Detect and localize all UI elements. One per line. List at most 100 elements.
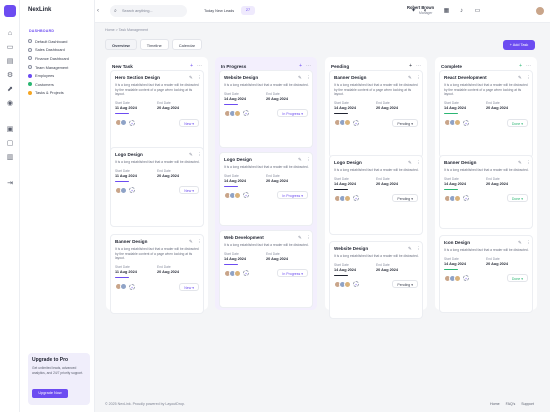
- tab-timeline[interactable]: Timeline: [139, 39, 169, 50]
- assignee-avatar[interactable]: [234, 269, 241, 277]
- status-dropdown[interactable]: Pending ▾: [392, 194, 418, 203]
- add-assignee-icon[interactable]: +: [129, 283, 135, 290]
- assignee-avatar[interactable]: [234, 191, 241, 199]
- sidebar-item[interactable]: Sales Dashboard: [28, 46, 92, 55]
- add-assignee-icon[interactable]: +: [129, 187, 135, 194]
- terminal-icon[interactable]: ▣: [6, 126, 14, 134]
- more-options-icon[interactable]: ⋮: [306, 157, 310, 163]
- bar-chart-icon[interactable]: ▥: [6, 154, 14, 162]
- assignee-avatar[interactable]: [234, 109, 241, 117]
- status-dropdown[interactable]: New ▾: [179, 282, 199, 291]
- assignee-avatar[interactable]: [454, 119, 461, 127]
- tab-overview[interactable]: Overview: [105, 39, 137, 50]
- assignee-avatar[interactable]: [120, 119, 127, 127]
- add-card-icon[interactable]: +: [299, 63, 302, 69]
- clipboard-icon[interactable]: ▢: [6, 140, 14, 148]
- assignee-avatar[interactable]: [120, 283, 127, 291]
- logout-icon[interactable]: ⇥: [6, 180, 14, 188]
- edit-icon[interactable]: ✎: [189, 75, 193, 81]
- edit-icon[interactable]: ✎: [298, 157, 302, 163]
- edit-icon[interactable]: ✎: [518, 240, 522, 246]
- status-dropdown[interactable]: Done ▾: [506, 118, 528, 127]
- more-options-icon[interactable]: ⋯: [197, 63, 202, 69]
- sidebar-item[interactable]: Employees: [28, 71, 92, 80]
- more-options-icon[interactable]: ⋮: [526, 160, 530, 166]
- task-card[interactable]: Website Design ✎ ⋮ It is a long established…: [219, 70, 313, 148]
- users-icon[interactable]: ◉: [6, 100, 14, 108]
- add-assignee-icon[interactable]: +: [463, 195, 469, 202]
- task-card[interactable]: Banner Design ✎ ⋮ It is a long established …: [110, 234, 204, 314]
- settings-icon[interactable]: ⚙: [6, 72, 14, 80]
- status-dropdown[interactable]: New ▾: [179, 186, 199, 195]
- more-options-icon[interactable]: ⋮: [197, 239, 201, 245]
- footer-link[interactable]: FAQ's: [506, 402, 516, 406]
- status-dropdown[interactable]: Done ▾: [506, 194, 528, 203]
- add-assignee-icon[interactable]: +: [463, 119, 469, 126]
- status-dropdown[interactable]: In Progress ▾: [277, 269, 308, 278]
- more-options-icon[interactable]: ⋮: [197, 152, 201, 158]
- more-options-icon[interactable]: ⋮: [416, 246, 420, 252]
- footer-link[interactable]: Home: [490, 402, 500, 406]
- status-dropdown[interactable]: Pending ▾: [392, 280, 418, 289]
- assignee-avatar[interactable]: [120, 186, 127, 194]
- edit-icon[interactable]: ✎: [518, 160, 522, 166]
- chat-icon[interactable]: ▭: [473, 7, 482, 16]
- search-input[interactable]: ⌕ Search anything...: [110, 5, 187, 17]
- edit-icon[interactable]: ✎: [189, 152, 193, 158]
- sidebar-item[interactable]: Finance Dashboard: [28, 54, 92, 63]
- document-icon[interactable]: ▭: [6, 44, 14, 52]
- more-options-icon[interactable]: ⋯: [526, 63, 531, 69]
- task-card[interactable]: Logo Design ✎ ⋮ It is a long established fa…: [110, 147, 204, 227]
- upgrade-button[interactable]: Upgrade Now: [32, 389, 68, 398]
- more-options-icon[interactable]: ⋮: [526, 240, 530, 246]
- assignee-avatar[interactable]: [344, 119, 351, 127]
- add-assignee-icon[interactable]: +: [353, 119, 359, 126]
- edit-icon[interactable]: ✎: [408, 160, 412, 166]
- task-card[interactable]: Logo Design ✎ ⋮ It is a long established fa…: [219, 152, 313, 226]
- more-options-icon[interactable]: ⋮: [526, 75, 530, 81]
- task-card[interactable]: React Development ✎ ⋮ It is a long establis…: [439, 70, 533, 158]
- collapse-sidebar-icon[interactable]: ‹: [97, 8, 99, 14]
- add-assignee-icon[interactable]: +: [353, 195, 359, 202]
- assignee-avatar[interactable]: [344, 194, 351, 202]
- task-card[interactable]: Web Development ✎ ⋮ It is a long establishe…: [219, 230, 313, 308]
- add-assignee-icon[interactable]: +: [243, 270, 249, 277]
- status-dropdown[interactable]: New ▾: [179, 118, 199, 127]
- add-assignee-icon[interactable]: +: [129, 119, 135, 126]
- edit-icon[interactable]: ✎: [408, 75, 412, 81]
- assignee-avatar[interactable]: [454, 194, 461, 202]
- chart-icon[interactable]: ▤: [6, 58, 14, 66]
- add-card-icon[interactable]: +: [190, 63, 193, 69]
- status-dropdown[interactable]: In Progress ▾: [277, 191, 308, 200]
- edit-icon[interactable]: ✎: [298, 235, 302, 241]
- sidebar-item[interactable]: Tasks & Projects: [28, 89, 92, 98]
- more-options-icon[interactable]: ⋯: [416, 63, 421, 69]
- task-card[interactable]: Website Design ✎ ⋮ It is a long established…: [329, 241, 423, 319]
- home-icon[interactable]: ⌂: [6, 30, 14, 38]
- task-card[interactable]: Logo Design ✎ ⋮ It is a long established fa…: [329, 155, 423, 235]
- rocket-icon[interactable]: ⬈: [6, 86, 14, 94]
- task-card[interactable]: Banner Design ✎ ⋮ It is a long established …: [329, 70, 423, 158]
- bell-icon[interactable]: ♪: [457, 7, 466, 16]
- edit-icon[interactable]: ✎: [518, 75, 522, 81]
- add-assignee-icon[interactable]: +: [243, 192, 249, 199]
- user-avatar[interactable]: [535, 6, 545, 16]
- add-assignee-icon[interactable]: +: [463, 275, 469, 282]
- footer-link[interactable]: Support: [521, 402, 534, 406]
- task-card[interactable]: Icon Design ✎ ⋮ It is a long established fa…: [439, 235, 533, 313]
- task-card[interactable]: Banner Design ✎ ⋮ It is a long established …: [439, 155, 533, 229]
- more-options-icon[interactable]: ⋮: [416, 75, 420, 81]
- edit-icon[interactable]: ✎: [408, 246, 412, 252]
- sidebar-item[interactable]: Default Dashboard: [28, 37, 92, 46]
- status-dropdown[interactable]: Done ▾: [506, 274, 528, 283]
- grid-icon[interactable]: ▦: [442, 7, 451, 16]
- tab-calendar[interactable]: Calendar: [171, 39, 202, 50]
- add-card-icon[interactable]: +: [409, 63, 412, 69]
- status-dropdown[interactable]: Pending ▾: [392, 118, 418, 127]
- more-options-icon[interactable]: ⋮: [306, 235, 310, 241]
- more-options-icon[interactable]: ⋮: [306, 75, 310, 81]
- status-dropdown[interactable]: In Progress ▾: [277, 109, 308, 118]
- add-card-icon[interactable]: +: [519, 63, 522, 69]
- add-assignee-icon[interactable]: +: [353, 281, 359, 288]
- sidebar-item[interactable]: Team Management: [28, 63, 92, 72]
